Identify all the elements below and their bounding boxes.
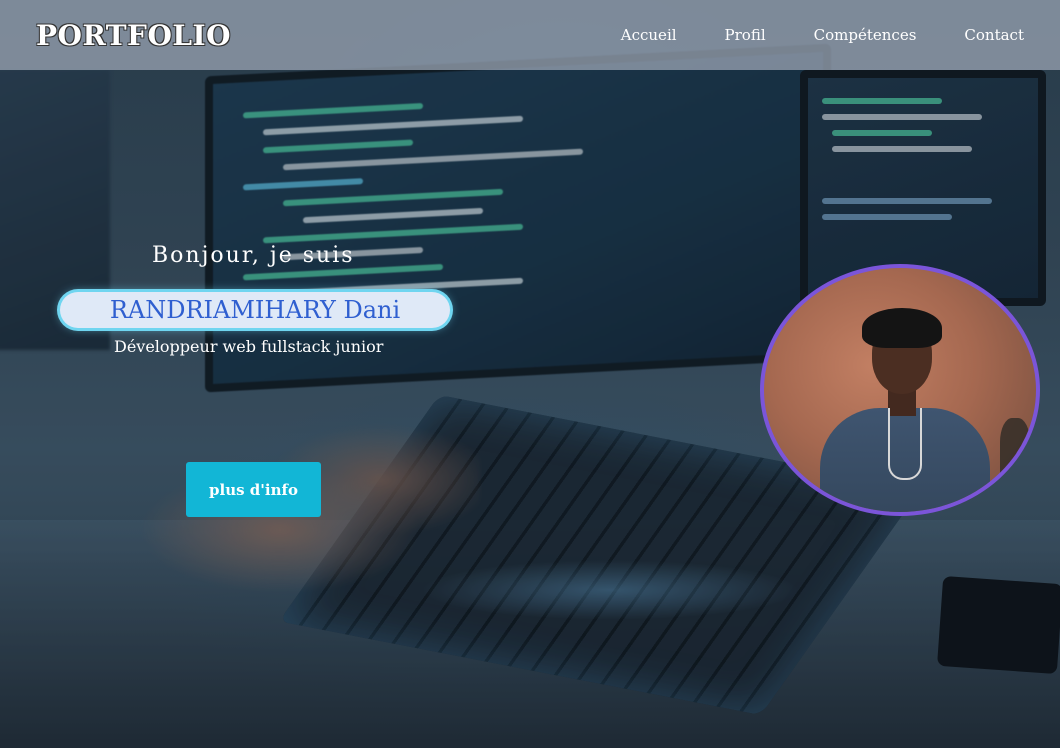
nav-link-contact[interactable]: Contact <box>964 26 1024 44</box>
main-nav: Accueil Profil Compétences Contact <box>621 26 1024 44</box>
hero-role: Développeur web fullstack junior <box>114 337 384 356</box>
hero-name: RANDRIAMIHARY Dani <box>109 296 401 324</box>
nav-link-profil[interactable]: Profil <box>725 26 766 44</box>
hero-greeting: Bonjour, je suis <box>152 243 355 268</box>
page: PORTFOLIO Accueil Profil Compétences Con… <box>0 0 1060 748</box>
profile-avatar <box>760 264 1040 516</box>
site-logo[interactable]: PORTFOLIO <box>36 19 231 52</box>
hero-name-badge: RANDRIAMIHARY Dani <box>60 292 450 328</box>
nav-link-accueil[interactable]: Accueil <box>621 26 677 44</box>
more-info-button[interactable]: plus d'info <box>186 462 321 517</box>
site-header: PORTFOLIO Accueil Profil Compétences Con… <box>0 0 1060 70</box>
nav-link-competences[interactable]: Compétences <box>814 26 917 44</box>
